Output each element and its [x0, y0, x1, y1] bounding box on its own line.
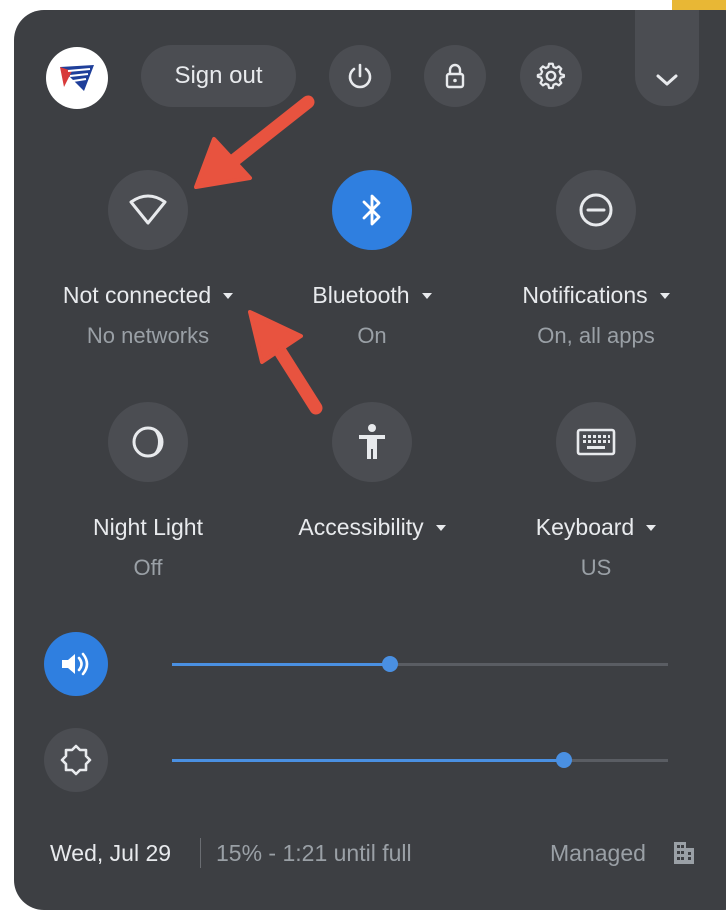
status-footer: Wed, Jul 29 15% - 1:21 until full Manage… — [0, 830, 726, 868]
avatar-logo — [60, 65, 94, 91]
tile-night-light: Night Light Off — [38, 402, 258, 581]
network-toggle[interactable] — [108, 170, 188, 250]
collapse-button[interactable] — [635, 10, 699, 106]
power-icon — [348, 63, 372, 89]
network-label-button[interactable]: Not connected — [38, 282, 258, 309]
brightness-button — [44, 728, 108, 792]
accessibility-label-button[interactable]: Accessibility — [262, 514, 482, 541]
dropdown-caret-icon — [421, 292, 432, 299]
volume-slider[interactable] — [172, 656, 668, 672]
bluetooth-toggle[interactable] — [332, 170, 412, 250]
network-label: Not connected — [62, 282, 212, 308]
header-row: Sign out — [0, 0, 726, 120]
night-light-icon — [132, 426, 164, 458]
keyboard-toggle[interactable] — [556, 402, 636, 482]
keyboard-icon — [576, 428, 616, 456]
volume-slider-thumb[interactable] — [382, 656, 399, 672]
bluetooth-status: On — [357, 323, 387, 348]
brightness-slider-fill — [172, 759, 564, 762]
brightness-icon — [60, 744, 92, 776]
keyboard-label: Keyboard — [535, 514, 635, 540]
volume-row — [0, 632, 726, 702]
night-light-toggle[interactable] — [108, 402, 188, 482]
sign-out-button[interactable]: Sign out — [141, 45, 296, 107]
tile-keyboard: Keyboard US — [486, 402, 706, 581]
network-status: No networks — [86, 323, 210, 348]
tile-network: Not connected No networks — [38, 170, 258, 349]
dropdown-caret-icon — [435, 524, 446, 531]
bluetooth-label-button[interactable]: Bluetooth — [262, 282, 482, 309]
chevron-down-icon — [656, 74, 678, 86]
notifications-toggle[interactable] — [556, 170, 636, 250]
power-button[interactable] — [329, 45, 391, 107]
brightness-row — [0, 728, 726, 798]
night-light-label: Night Light — [38, 514, 258, 541]
bluetooth-label: Bluetooth — [312, 282, 410, 308]
bluetooth-icon — [362, 194, 381, 226]
accessibility-toggle[interactable] — [332, 402, 412, 482]
accessibility-icon — [359, 424, 385, 459]
tile-accessibility: Accessibility — [262, 402, 482, 555]
user-avatar[interactable] — [46, 47, 108, 109]
battery-status[interactable]: 15% - 1:21 until full — [216, 840, 412, 867]
notifications-label: Notifications — [522, 282, 648, 308]
notifications-label-button[interactable]: Notifications — [486, 282, 706, 309]
wifi-outline-icon — [129, 194, 167, 225]
do-not-disturb-icon — [579, 193, 613, 227]
notifications-status: On, all apps — [537, 323, 655, 348]
managed-label[interactable]: Managed — [550, 840, 646, 867]
volume-icon — [62, 652, 89, 676]
dropdown-caret-icon — [223, 292, 234, 299]
volume-mute-button[interactable] — [44, 632, 108, 696]
night-light-status: Off — [133, 555, 163, 580]
date-label[interactable]: Wed, Jul 29 — [50, 840, 171, 867]
dropdown-caret-icon — [646, 524, 657, 531]
brightness-slider-thumb[interactable] — [555, 752, 572, 768]
accessibility-label: Accessibility — [298, 514, 424, 540]
brightness-slider[interactable] — [172, 752, 668, 768]
tile-notifications: Notifications On, all apps — [486, 170, 706, 349]
gear-icon — [536, 62, 566, 90]
keyboard-status: US — [580, 555, 612, 580]
lock-icon — [445, 63, 465, 89]
settings-button[interactable] — [520, 45, 582, 107]
volume-slider-fill — [172, 663, 391, 666]
tile-bluetooth: Bluetooth On — [262, 170, 482, 349]
lock-button[interactable] — [424, 45, 486, 107]
enterprise-building-icon[interactable] — [672, 840, 696, 866]
dropdown-caret-icon — [659, 292, 670, 299]
keyboard-label-button[interactable]: Keyboard — [486, 514, 706, 541]
sign-out-label: Sign out — [174, 62, 263, 89]
night-light-label-text: Night Light — [93, 514, 203, 540]
